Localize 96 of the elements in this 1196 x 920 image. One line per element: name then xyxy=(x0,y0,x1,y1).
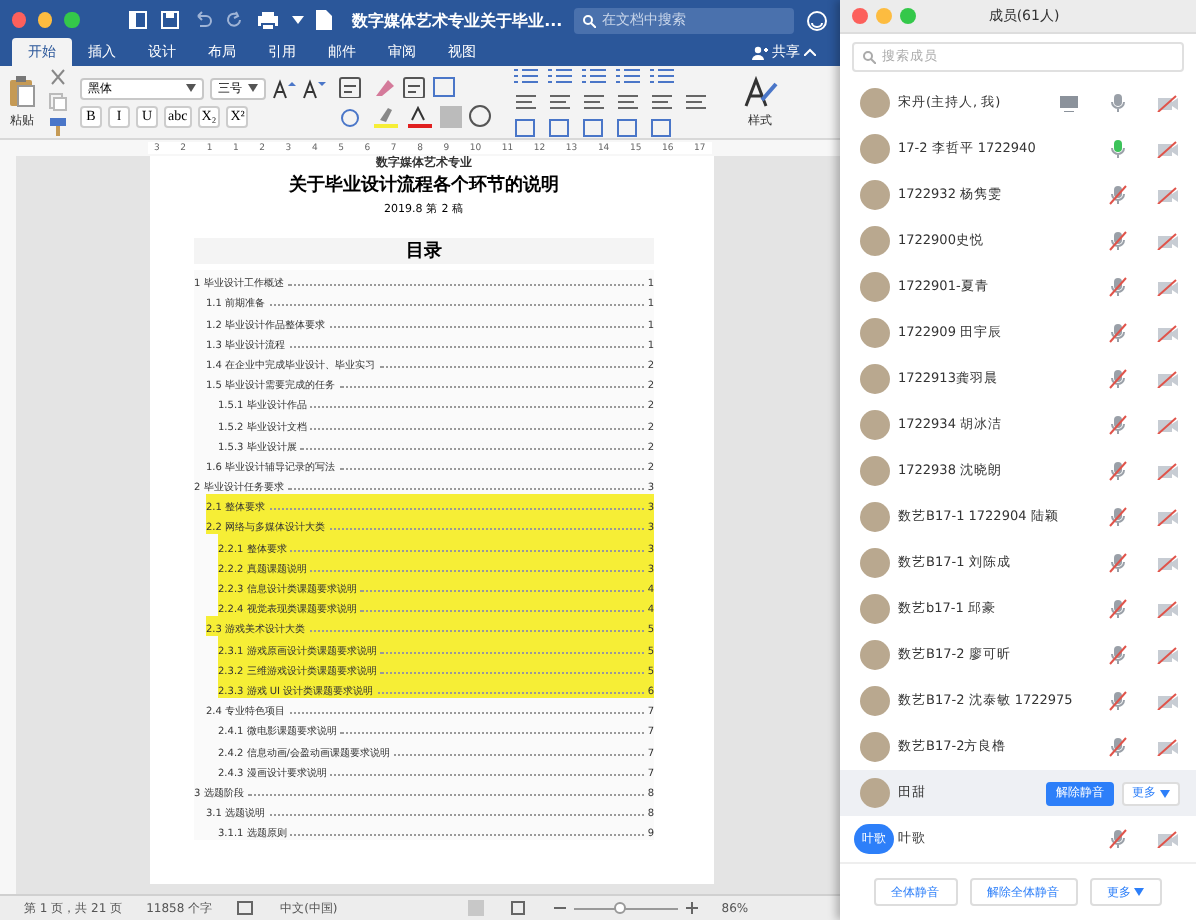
mic-muted-icon[interactable] xyxy=(1108,644,1128,667)
avatar-placeholder xyxy=(860,732,890,763)
caret-icon[interactable] xyxy=(186,84,196,92)
mic-muted-icon[interactable] xyxy=(1108,414,1128,437)
shrink-font-icon[interactable] xyxy=(302,77,326,99)
caret-icon xyxy=(1160,789,1170,798)
distribute-icon[interactable] xyxy=(648,92,676,112)
align-left-icon[interactable] xyxy=(512,92,540,112)
avatar-placeholder xyxy=(860,364,890,395)
avatar-placeholder xyxy=(860,88,890,119)
mic-muted-icon[interactable] xyxy=(1108,368,1128,391)
camera-off-icon[interactable] xyxy=(1156,830,1180,849)
mic-muted-icon[interactable] xyxy=(1108,230,1128,253)
close-button[interactable] xyxy=(12,12,27,28)
camera-off-icon[interactable] xyxy=(1156,94,1180,113)
print-icon[interactable] xyxy=(256,10,281,30)
redo-icon[interactable] xyxy=(224,10,245,30)
window-title: 数字媒体艺术专业关于毕业... xyxy=(352,9,563,31)
styles-icon[interactable] xyxy=(742,75,778,107)
mic-muted-icon[interactable] xyxy=(1108,506,1128,529)
mic-icon[interactable] xyxy=(1108,92,1128,115)
dropdown-icon[interactable] xyxy=(292,14,305,26)
grow-font-icon[interactable] xyxy=(272,77,296,99)
camera-off-icon[interactable] xyxy=(1156,186,1180,205)
mic-muted-icon[interactable] xyxy=(1108,460,1128,483)
mic-muted-icon[interactable] xyxy=(1108,552,1128,575)
camera-off-icon[interactable] xyxy=(1156,140,1180,159)
increase-indent-icon[interactable] xyxy=(648,66,676,86)
justify-icon[interactable] xyxy=(614,92,642,112)
camera-off-icon[interactable] xyxy=(1156,692,1180,711)
caret-icon[interactable] xyxy=(804,48,816,56)
camera-off-icon[interactable] xyxy=(1156,738,1180,757)
mic-muted-icon[interactable] xyxy=(1108,828,1128,851)
camera-off-icon[interactable] xyxy=(1156,600,1180,619)
avatar-placeholder xyxy=(860,226,890,257)
web-layout-icon[interactable] xyxy=(509,900,530,916)
caret-icon[interactable] xyxy=(248,84,258,92)
minimize-button[interactable] xyxy=(38,12,53,28)
proofing-icon[interactable] xyxy=(236,900,257,916)
avatar-placeholder xyxy=(860,686,890,717)
avatar-placeholder xyxy=(860,640,890,671)
bullets-icon[interactable] xyxy=(512,66,540,86)
align-right-icon[interactable] xyxy=(580,92,608,112)
avatar-placeholder xyxy=(860,410,890,441)
mic-muted-icon[interactable] xyxy=(1108,322,1128,345)
caret-icon xyxy=(1134,888,1145,897)
camera-off-icon[interactable] xyxy=(1156,508,1180,527)
zoom-button[interactable] xyxy=(64,12,80,28)
toc-heading: 目录 xyxy=(194,238,654,264)
avatar-placeholder xyxy=(860,594,890,625)
align-center-icon[interactable] xyxy=(546,92,574,112)
scissors-icon[interactable] xyxy=(48,68,68,88)
undo-icon[interactable] xyxy=(192,10,213,30)
numbering-icon[interactable] xyxy=(546,66,574,86)
search-icon[interactable] xyxy=(862,50,876,65)
avatar-placeholder xyxy=(860,502,890,533)
smiley-icon[interactable] xyxy=(806,9,828,31)
avatar-placeholder xyxy=(860,272,890,303)
document-icon[interactable] xyxy=(316,10,333,30)
camera-off-icon[interactable] xyxy=(1156,324,1180,343)
camera-off-icon[interactable] xyxy=(1156,554,1180,573)
paintbrush-icon[interactable] xyxy=(48,116,68,136)
avatar-placeholder xyxy=(860,134,890,165)
zoom-slider-thumb[interactable] xyxy=(614,901,627,913)
camera-off-icon[interactable] xyxy=(1156,370,1180,389)
mic-muted-icon[interactable] xyxy=(1108,690,1128,713)
camera-off-icon[interactable] xyxy=(1156,232,1180,251)
zoom-in-icon[interactable] xyxy=(685,902,698,914)
avatar-placeholder xyxy=(860,548,890,579)
mic-icon[interactable] xyxy=(1108,138,1128,161)
enclose-char-icon[interactable] xyxy=(468,104,492,128)
sidebar-icon[interactable] xyxy=(128,10,149,30)
camera-off-icon[interactable] xyxy=(1156,646,1180,665)
mic-muted-icon[interactable] xyxy=(1108,276,1128,299)
avatar-placeholder xyxy=(860,456,890,487)
decrease-indent-icon[interactable] xyxy=(614,66,642,86)
line-spacing-icon[interactable] xyxy=(682,92,710,112)
save-icon[interactable] xyxy=(160,10,181,30)
add-person-icon[interactable] xyxy=(752,45,768,59)
camera-off-icon[interactable] xyxy=(1156,278,1180,297)
document-title: 关于毕业设计流程各个环节的说明 xyxy=(287,172,561,198)
mic-muted-icon[interactable] xyxy=(1108,736,1128,759)
mic-muted-icon[interactable] xyxy=(1108,598,1128,621)
char-border-icon[interactable] xyxy=(432,76,456,98)
clipboard-icon[interactable] xyxy=(8,75,36,107)
close-button[interactable] xyxy=(852,7,868,24)
avatar-placeholder xyxy=(860,180,890,211)
camera-off-icon[interactable] xyxy=(1156,416,1180,435)
zoom-out-icon[interactable] xyxy=(553,902,566,914)
mic-muted-icon[interactable] xyxy=(1108,184,1128,207)
screen-share-icon[interactable] xyxy=(1058,94,1080,113)
avatar-placeholder xyxy=(860,778,890,809)
font-color-icon[interactable] xyxy=(406,105,434,127)
avatar-placeholder xyxy=(860,318,890,349)
multilevel-list-icon[interactable] xyxy=(580,66,608,86)
camera-off-icon[interactable] xyxy=(1156,462,1180,481)
